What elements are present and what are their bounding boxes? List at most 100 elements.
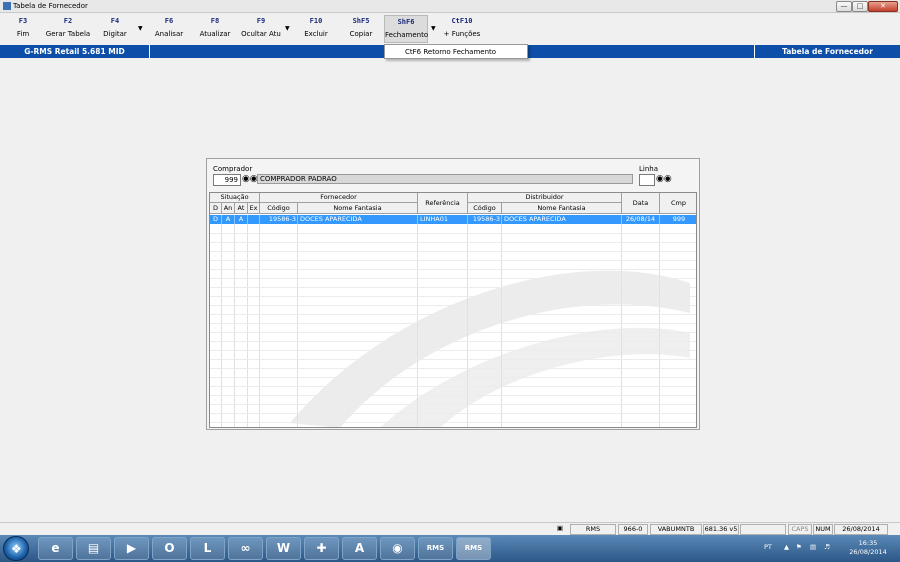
distribuidor-header: Distribuidor	[468, 193, 622, 203]
ocultar-atu-button[interactable]: F9 Ocultar Atu	[240, 17, 282, 38]
search-binoculars-icon[interactable]: ◉◉	[242, 174, 258, 186]
row-divider	[210, 305, 696, 306]
row-divider	[210, 251, 696, 252]
tray-expand-icon[interactable]: ▲	[784, 543, 789, 551]
excluir-button[interactable]: F10 Excluir	[302, 17, 330, 38]
row-divider	[210, 260, 696, 261]
internet-explorer-icon[interactable]: e	[38, 537, 73, 560]
button-label: Copiar	[349, 30, 373, 38]
comprador-code-field[interactable]: 999	[213, 174, 241, 186]
referencia-header[interactable]: Referência	[418, 193, 468, 214]
minimize-button[interactable]: —	[836, 1, 852, 12]
fechamento-button[interactable]: ShF6 Fechamento	[384, 15, 428, 43]
dropdown-arrow-icon[interactable]: ▼	[138, 25, 143, 32]
rms-app-icon[interactable]: RMS	[418, 537, 453, 560]
row-divider	[210, 278, 696, 279]
row-divider	[210, 323, 696, 324]
distribuidor-nome-cell[interactable]: DOCES APARECIDA	[502, 215, 622, 224]
status-bar: ▣ RMS 966-0 VABUMNTB 681.36 v5 CAPS NUM …	[0, 522, 900, 535]
column-divider	[621, 224, 622, 427]
table-row[interactable]: D A A 19586-3 DOCES APARECIDA LINHA01 19…	[210, 215, 696, 224]
button-label: Atualizar	[199, 30, 231, 38]
atualizar-button[interactable]: F8 Atualizar	[198, 17, 232, 38]
status-code: 966-0	[618, 524, 648, 535]
data-cell[interactable]: 26/08/14	[622, 215, 660, 224]
fim-button[interactable]: F3 Fim	[12, 17, 34, 38]
app-version-label: G-RMS Retail 5.681 MID	[0, 45, 150, 58]
word-icon[interactable]: W	[266, 537, 301, 560]
cmp-cell[interactable]: 999	[660, 215, 696, 224]
column-divider	[659, 224, 660, 427]
an-header[interactable]: An	[222, 203, 235, 214]
analisar-button[interactable]: F6 Analisar	[154, 17, 184, 38]
close-button[interactable]: ✕	[868, 1, 898, 12]
clock-date: 26/08/2014	[849, 548, 887, 556]
mais-funcoes-button[interactable]: CtF10 + Funções	[442, 17, 482, 38]
row-divider	[210, 233, 696, 234]
column-divider	[417, 224, 418, 427]
outlook-icon[interactable]: O	[152, 537, 187, 560]
fornecedor-grid: Situação Fornecedor Referência Distribui…	[209, 192, 697, 428]
search-binoculars-icon[interactable]: ◉◉	[656, 174, 672, 186]
network-icon[interactable]: ▤	[810, 543, 816, 551]
gerar-tabela-button[interactable]: F2 Gerar Tabela	[44, 17, 92, 38]
key-label: CtF10	[451, 17, 473, 25]
linha-field[interactable]	[639, 174, 655, 186]
an-cell[interactable]: A	[222, 215, 235, 224]
at-header[interactable]: At	[235, 203, 248, 214]
fornecedor-nome-cell[interactable]: DOCES APARECIDA	[298, 215, 418, 224]
acrobat-icon[interactable]: A	[342, 537, 377, 560]
watermark-logo-icon	[290, 270, 690, 427]
rms-app-active-icon[interactable]: RMS	[456, 537, 491, 560]
calculator-icon[interactable]: ✚	[304, 537, 339, 560]
comprador-label: Comprador	[213, 165, 253, 173]
button-label: Fim	[16, 30, 30, 38]
row-divider	[210, 377, 696, 378]
dropdown-arrow-icon[interactable]: ▼	[431, 25, 436, 32]
digitar-button[interactable]: F4 Digitar	[100, 17, 130, 38]
lync-icon[interactable]: L	[190, 537, 225, 560]
clock[interactable]: 16:35 26/08/2014	[840, 539, 896, 557]
distribuidor-nome-header[interactable]: Nome Fantasia	[502, 203, 622, 214]
retorno-fechamento-menu-item[interactable]: CtF6 Retorno Fechamento	[405, 48, 496, 56]
fechamento-dropdown-menu: CtF6 Retorno Fechamento	[384, 44, 528, 59]
key-label: ShF6	[397, 18, 415, 26]
file-explorer-icon[interactable]: ▤	[76, 537, 111, 560]
button-label: Gerar Tabela	[45, 30, 91, 38]
fornecedor-nome-header[interactable]: Nome Fantasia	[298, 203, 418, 214]
dropdown-arrow-icon[interactable]: ▼	[285, 25, 290, 32]
key-label: F9	[256, 17, 266, 25]
volume-icon[interactable]: ♬	[824, 543, 830, 551]
maximize-button[interactable]: □	[852, 1, 868, 12]
visual-studio-icon[interactable]: ∞	[228, 537, 263, 560]
main-panel: Comprador 999 ◉◉ COMPRADOR PADRAO Linha …	[206, 158, 700, 430]
d-header[interactable]: D	[210, 203, 222, 214]
button-label: Ocultar Atu	[241, 30, 281, 38]
distribuidor-codigo-cell[interactable]: 19586-3	[468, 215, 502, 224]
at-cell[interactable]: A	[235, 215, 248, 224]
situacao-header: Situação	[210, 193, 260, 203]
distribuidor-codigo-header[interactable]: Código	[468, 203, 502, 214]
linha-label: Linha	[639, 165, 659, 173]
status-date: 26/08/2014	[834, 524, 888, 535]
data-header[interactable]: Data	[622, 193, 660, 214]
network-app-icon[interactable]: ◉	[380, 537, 415, 560]
status-app: RMS	[570, 524, 616, 535]
start-button[interactable]: ❖	[3, 536, 29, 561]
media-player-icon[interactable]: ▶	[114, 537, 149, 560]
caps-indicator: CAPS	[788, 524, 812, 535]
d-cell[interactable]: D	[210, 215, 222, 224]
screen-title-label: Tabela de Fornecedor	[754, 45, 900, 58]
referencia-cell[interactable]: LINHA01	[418, 215, 468, 224]
cmp-header[interactable]: Cmp	[660, 193, 696, 214]
ex-header[interactable]: Ex	[248, 203, 260, 214]
fornecedor-codigo-header[interactable]: Código	[260, 203, 298, 214]
clock-time: 16:35	[858, 539, 878, 547]
row-divider	[210, 359, 696, 360]
flag-icon[interactable]: ⚑	[796, 543, 802, 551]
ex-cell[interactable]	[248, 215, 260, 224]
row-divider	[210, 341, 696, 342]
language-indicator[interactable]: PT	[764, 543, 772, 551]
fornecedor-codigo-cell[interactable]: 19586-3	[260, 215, 298, 224]
copiar-button[interactable]: ShF5 Copiar	[346, 17, 376, 38]
